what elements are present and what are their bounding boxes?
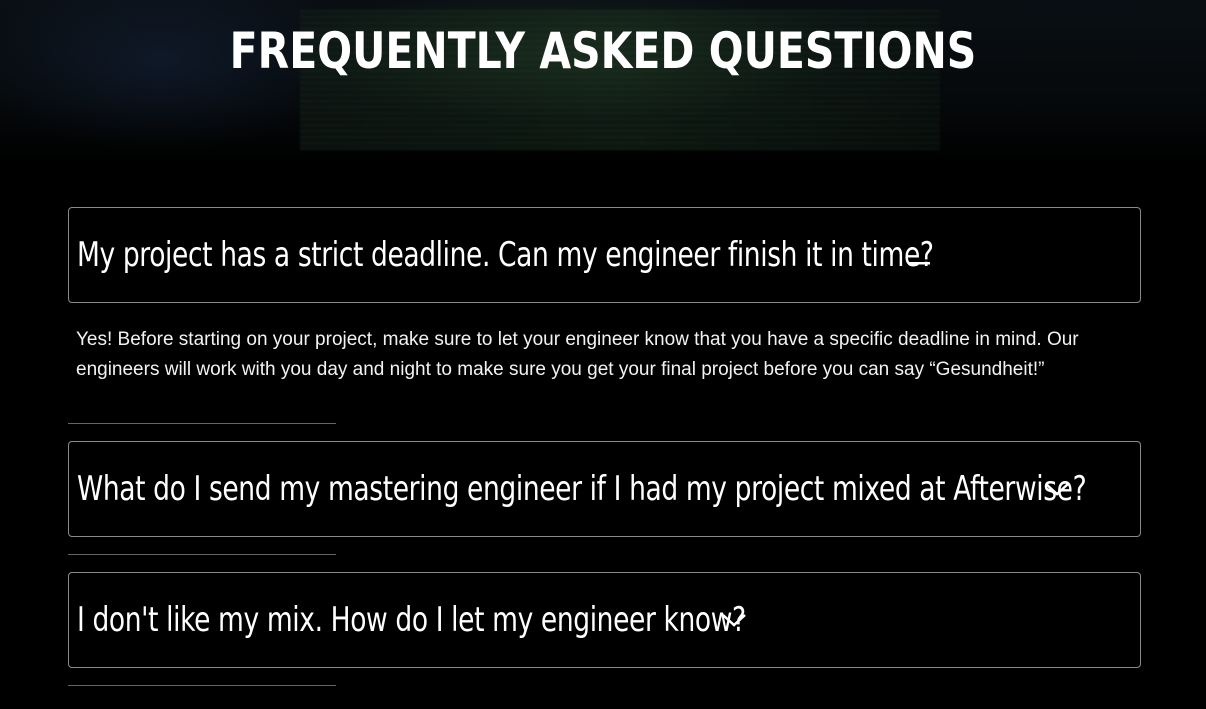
faq-question-toggle[interactable]: What do I send my mastering engineer if … [68,441,1141,537]
faq-question-toggle[interactable]: My project has a strict deadline. Can my… [68,207,1141,303]
chevron-down-icon[interactable] [721,612,747,633]
minus-icon[interactable] [908,253,930,271]
faq-item: My project has a strict deadline. Can my… [68,207,1141,424]
faq-divider [68,554,336,555]
faq-divider [68,423,336,424]
faq-question-text: What do I send my mastering engineer if … [77,469,1087,509]
page-title: FREQUENTLY ASKED QUESTIONS [229,22,977,80]
faq-divider [68,685,336,686]
faq-answer: Yes! Before starting on your project, ma… [76,329,1079,380]
faq-list: My project has a strict deadline. Can my… [68,207,1141,686]
chevron-down-icon[interactable] [1044,481,1070,502]
faq-item: What do I send my mastering engineer if … [68,441,1141,555]
faq-question-text: I don't like my mix. How do I let my eng… [77,600,746,640]
faq-item: I don't like my mix. How do I let my eng… [68,572,1141,686]
faq-question-text: My project has a strict deadline. Can my… [77,235,934,275]
faq-question-toggle[interactable]: I don't like my mix. How do I let my eng… [68,572,1141,668]
